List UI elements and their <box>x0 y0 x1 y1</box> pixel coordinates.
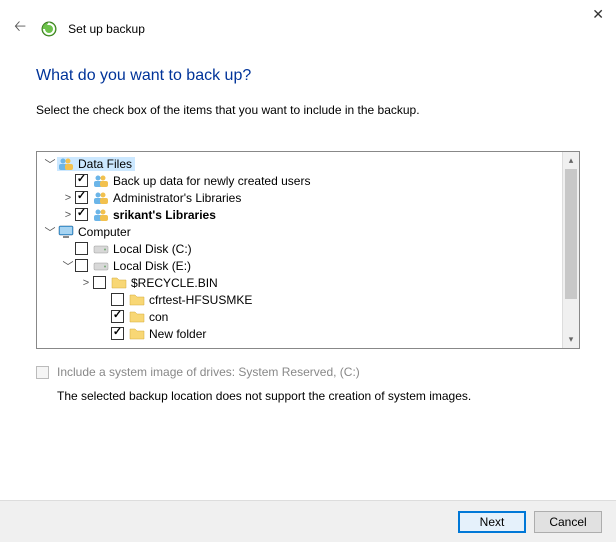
content-area: What do you want to back up? Select the … <box>0 43 616 349</box>
system-image-section: Include a system image of drives: System… <box>0 349 616 403</box>
tree-node-admin-lib[interactable]: > Administrator's Libraries <box>39 189 560 206</box>
wizard-title: Set up backup <box>68 22 145 36</box>
tree-checkbox[interactable] <box>75 208 88 221</box>
tree-node-srikant-lib[interactable]: > srikant's Libraries <box>39 206 560 223</box>
scroll-thumb[interactable] <box>565 169 577 299</box>
tree-node-con[interactable]: con <box>39 308 560 325</box>
tree-scrollbar[interactable]: ▴ ▾ <box>562 152 579 348</box>
tree-checkbox[interactable] <box>75 259 88 272</box>
people-icon <box>92 208 110 222</box>
cancel-button[interactable]: Cancel <box>534 511 602 533</box>
people-icon <box>92 174 110 188</box>
tree-node-new-users[interactable]: Back up data for newly created users <box>39 172 560 189</box>
expand-icon[interactable]: > <box>61 209 75 221</box>
tree-checkbox[interactable] <box>111 327 124 340</box>
system-image-message: The selected backup location does not su… <box>36 379 580 403</box>
backup-tree[interactable]: ﹀ Data Files Back up data for newly create… <box>37 152 562 348</box>
tree-node-label: Data Files <box>78 157 132 171</box>
collapse-icon[interactable]: ﹀ <box>43 224 57 240</box>
folder-icon <box>128 310 146 323</box>
tree-node-label: Back up data for newly created users <box>113 174 310 188</box>
folder-icon <box>128 293 146 306</box>
tree-node-label: $RECYCLE.BIN <box>131 276 218 290</box>
tree-node-label: con <box>149 310 168 324</box>
button-bar: Next Cancel <box>0 500 616 542</box>
expand-icon[interactable]: > <box>61 192 75 204</box>
collapse-icon[interactable]: ﹀ <box>43 156 57 172</box>
tree-node-disk-e[interactable]: ﹀ Local Disk (E:) <box>39 257 560 274</box>
tree-checkbox[interactable] <box>75 242 88 255</box>
backup-tree-container: ﹀ Data Files Back up data for newly create… <box>36 151 580 349</box>
tree-node-newfolder[interactable]: New folder <box>39 325 560 342</box>
scroll-up-icon[interactable]: ▴ <box>563 152 579 169</box>
close-icon[interactable]: ✕ <box>592 6 604 23</box>
page-heading: What do you want to back up? <box>36 67 580 85</box>
page-instruction: Select the check box of the items that y… <box>36 103 580 117</box>
tree-node-cfrtest[interactable]: cfrtest-HFSUSMKE <box>39 291 560 308</box>
expand-icon[interactable]: > <box>79 277 93 289</box>
back-arrow-icon[interactable]: 🡠 <box>10 14 30 43</box>
tree-node-label: cfrtest-HFSUSMKE <box>149 293 252 307</box>
drive-icon <box>92 243 110 255</box>
tree-node-disk-c[interactable]: Local Disk (C:) <box>39 240 560 257</box>
tree-node-label: New folder <box>149 327 206 341</box>
tree-node-recycle[interactable]: > $RECYCLE.BIN <box>39 274 560 291</box>
tree-checkbox[interactable] <box>93 276 106 289</box>
system-image-checkbox <box>36 366 49 379</box>
tree-checkbox[interactable] <box>75 174 88 187</box>
people-icon <box>57 157 75 171</box>
tree-node-label: Local Disk (C:) <box>113 242 192 256</box>
tree-checkbox[interactable] <box>111 293 124 306</box>
folder-icon <box>110 276 128 289</box>
drive-icon <box>92 260 110 272</box>
tree-node-label: srikant's Libraries <box>113 208 216 222</box>
tree-node-label: Computer <box>78 225 131 239</box>
tree-checkbox[interactable] <box>75 191 88 204</box>
computer-icon <box>57 225 75 239</box>
system-image-label: Include a system image of drives: System… <box>57 365 360 379</box>
tree-node-label: Administrator's Libraries <box>113 191 241 205</box>
folder-icon <box>128 327 146 340</box>
backup-wizard-icon <box>40 20 58 38</box>
tree-node-computer[interactable]: ﹀ Computer <box>39 223 560 240</box>
scroll-down-icon[interactable]: ▾ <box>563 331 579 348</box>
people-icon <box>92 191 110 205</box>
wizard-header: 🡠 Set up backup <box>0 0 616 43</box>
tree-node-label: Local Disk (E:) <box>113 259 191 273</box>
tree-node-data-files[interactable]: ﹀ Data Files <box>39 155 560 172</box>
tree-checkbox[interactable] <box>111 310 124 323</box>
next-button[interactable]: Next <box>458 511 526 533</box>
collapse-icon[interactable]: ﹀ <box>61 258 75 274</box>
